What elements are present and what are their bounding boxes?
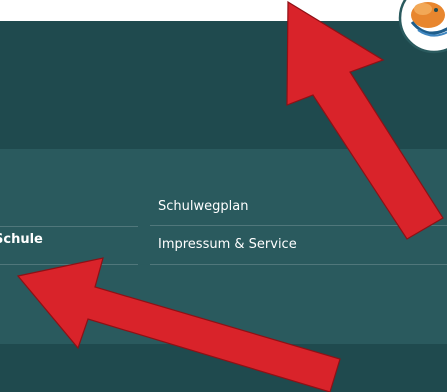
menu-divider [150, 264, 447, 265]
menu-item-schulwegplan[interactable]: Schulwegplan [158, 199, 248, 215]
dropdown-menu-panel: Schule Schulwegplan Impressum & Service [0, 149, 447, 344]
menu-divider [0, 264, 138, 265]
school-mascot-logo-icon[interactable] [398, 0, 447, 54]
top-white-bar [0, 0, 447, 21]
page-footer-band [0, 344, 447, 392]
menu-item-schule[interactable]: Schule [0, 232, 43, 248]
menu-item-impressum-service[interactable]: Impressum & Service [158, 237, 297, 253]
site-header [0, 21, 447, 149]
menu-divider [0, 226, 138, 227]
menu-divider [150, 225, 447, 226]
